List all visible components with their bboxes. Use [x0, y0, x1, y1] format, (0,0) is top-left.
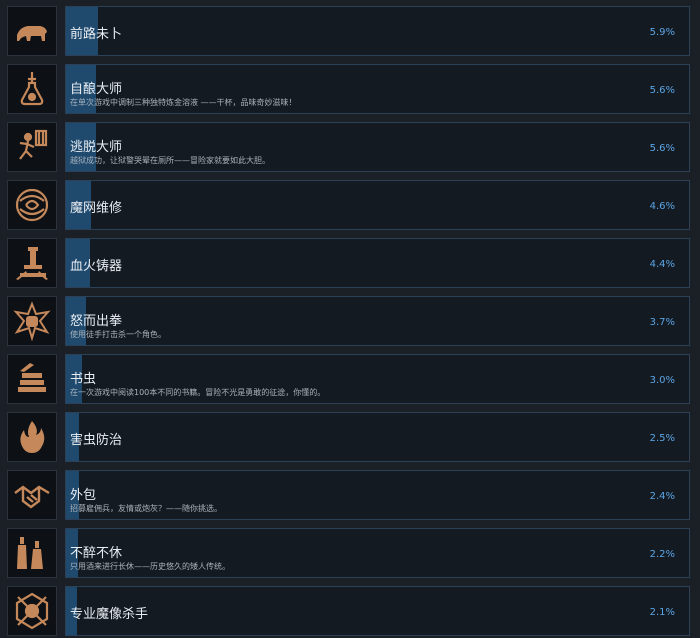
achievement-panel: 不醉不休 只用酒来进行长休——历史悠久的矮人传统。 2.2% [65, 528, 690, 578]
achievement-row-5[interactable]: 血火铸器 4.4% [0, 238, 700, 294]
achievement-row-10[interactable]: 不醉不休 只用酒来进行长休——历史悠久的矮人传统。 2.2% [0, 528, 700, 584]
unlock-percent: 4.6% [649, 201, 675, 212]
achievement-panel: 逃脱大师 越狱成功，让狱警哭晕在厕所——冒险家就要如此大胆。 5.6% [65, 122, 690, 172]
achievement-panel: 书虫 在一次游戏中阅读100本不同的书籍。冒险不光是勇敢的征途，你懂的。 3.0… [65, 354, 690, 404]
unlock-percent: 2.5% [649, 433, 675, 444]
forge-icon [16, 247, 48, 280]
achievement-row-2[interactable]: 自酿大师 在单次游戏中调制三种独特炼金溶液 ——干杯，品味奇妙滋味！ 5.6% [0, 64, 700, 120]
handshake-icon [14, 485, 50, 509]
achievement-description: 招募雇佣兵，友情或炮灰？——随你挑选。 [70, 504, 222, 513]
achievement-description: 在单次游戏中调制三种独特炼金溶液 ——干杯，品味奇妙滋味！ [70, 98, 297, 107]
achievement-panel: 专业魔像杀手 2.1% [65, 586, 690, 636]
unlock-percent: 2.1% [649, 607, 675, 618]
achievement-icon [7, 354, 57, 404]
achievement-panel: 外包 招募雇佣兵，友情或炮灰？——随你挑选。 2.4% [65, 470, 690, 520]
fire-icon [20, 421, 45, 453]
unlock-percent: 2.2% [649, 549, 675, 560]
achievement-title: 自酿大师 [70, 82, 123, 97]
achievement-description: 使用徒手打击杀一个角色。 [70, 330, 166, 339]
achievement-row-7[interactable]: 书虫 在一次游戏中阅读100本不同的书籍。冒险不光是勇敢的征途，你懂的。 3.0… [0, 354, 700, 410]
achievement-row-3[interactable]: 逃脱大师 越狱成功，让狱警哭晕在厕所——冒险家就要如此大胆。 5.6% [0, 122, 700, 178]
achievement-icon [7, 180, 57, 230]
unlock-percent: 5.6% [649, 143, 675, 154]
achievement-title: 专业魔像杀手 [70, 607, 149, 622]
escape-icon [19, 129, 48, 160]
achievement-panel: 害虫防治 2.5% [65, 412, 690, 462]
unlock-percent: 5.6% [649, 85, 675, 96]
achievement-panel: 魔网维修 4.6% [65, 180, 690, 230]
achievement-panel: 血火铸器 4.4% [65, 238, 690, 288]
achievement-description: 越狱成功，让狱警哭晕在厕所——冒险家就要如此大胆。 [70, 156, 270, 165]
achievement-icon [7, 6, 57, 56]
achievement-row-1[interactable]: 前路未卜 5.9% [0, 6, 700, 62]
achievement-icon [7, 122, 57, 172]
fist-icon [13, 301, 51, 341]
bottles-icon [17, 537, 43, 569]
achievement-title: 害虫防治 [70, 433, 123, 448]
achievement-icon [7, 586, 57, 636]
achievement-row-11[interactable]: 专业魔像杀手 2.1% [0, 586, 700, 638]
flask-icon [20, 72, 44, 106]
achievement-panel: 怒而出拳 使用徒手打击杀一个角色。 3.7% [65, 296, 690, 346]
achievement-icon [7, 470, 57, 520]
weave-icon [15, 188, 49, 222]
achievement-title: 魔网维修 [70, 201, 123, 216]
golem-icon [15, 592, 49, 630]
achievement-icon [7, 528, 57, 578]
achievement-icon [7, 238, 57, 288]
achievement-icon [7, 64, 57, 114]
unlock-percent: 3.7% [649, 317, 675, 328]
achievement-row-9[interactable]: 外包 招募雇佣兵，友情或炮灰？——随你挑选。 2.4% [0, 470, 700, 526]
achievement-row-8[interactable]: 害虫防治 2.5% [0, 412, 700, 468]
achievement-description: 只用酒来进行长休——历史悠久的矮人传统。 [70, 562, 230, 571]
achievement-list: 前路未卜 5.9% 自酿大师 在单次游戏中调制三种独特炼金溶液 ——干杯，品味奇… [0, 0, 700, 638]
achievement-panel: 自酿大师 在单次游戏中调制三种独特炼金溶液 ——干杯，品味奇妙滋味！ 5.6% [65, 64, 690, 114]
achievement-title: 外包 [70, 488, 97, 503]
achievement-row-6[interactable]: 怒而出拳 使用徒手打击杀一个角色。 3.7% [0, 296, 700, 352]
unlock-percent: 2.4% [649, 491, 675, 502]
achievement-title: 逃脱大师 [70, 140, 123, 155]
achievement-icon [7, 412, 57, 462]
achievement-title: 怒而出拳 [70, 314, 123, 329]
achievement-icon [7, 296, 57, 346]
achievement-title: 前路未卜 [70, 27, 123, 42]
unlock-percent: 4.4% [649, 259, 675, 270]
achievement-title: 不醉不休 [70, 546, 123, 561]
achievement-panel: 前路未卜 5.9% [65, 6, 690, 56]
unlock-percent: 3.0% [649, 375, 675, 386]
unlock-percent: 5.9% [649, 27, 675, 38]
books-icon [18, 363, 46, 392]
achievement-description: 在一次游戏中阅读100本不同的书籍。冒险不光是勇敢的征途，你懂的。 [70, 388, 326, 397]
achievement-row-4[interactable]: 魔网维修 4.6% [0, 180, 700, 236]
achievement-title: 书虫 [70, 372, 97, 387]
bear-icon [17, 26, 47, 41]
achievement-title: 血火铸器 [70, 259, 123, 274]
